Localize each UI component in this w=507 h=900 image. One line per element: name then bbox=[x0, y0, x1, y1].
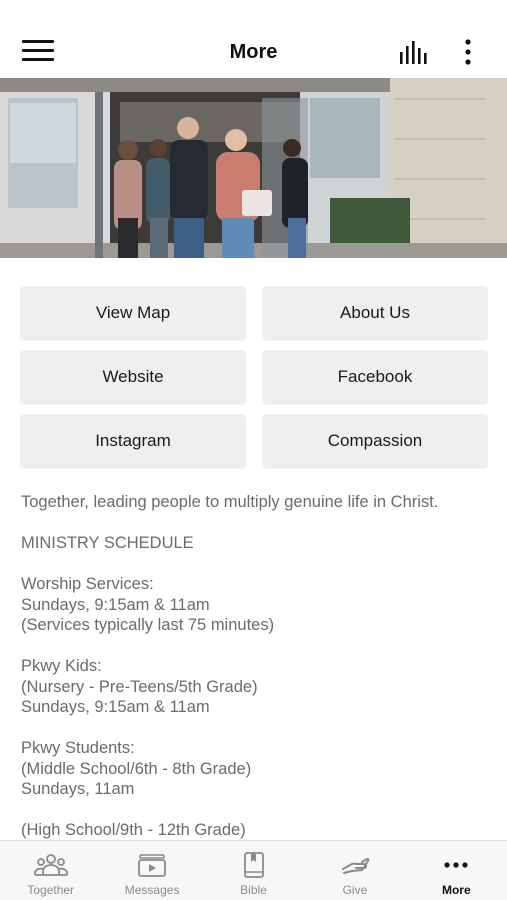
tab-label: More bbox=[441, 883, 471, 897]
tab-more[interactable]: More bbox=[406, 841, 507, 900]
bottom-tab-bar: Together Messages Bible Give More bbox=[0, 840, 507, 900]
tab-bible[interactable]: Bible bbox=[203, 841, 304, 900]
action-buttons-grid: View Map About Us Website Facebook Insta… bbox=[20, 286, 488, 468]
mission-statement: Together, leading people to multiply gen… bbox=[21, 492, 491, 513]
description-line: Sundays, 11am bbox=[21, 780, 135, 798]
bible-icon bbox=[243, 852, 264, 878]
church-description: Together, leading people to multiply gen… bbox=[21, 492, 491, 861]
kebab-menu-icon[interactable] bbox=[458, 38, 478, 66]
compassion-button[interactable]: Compassion bbox=[262, 414, 488, 468]
audio-bars-icon[interactable] bbox=[398, 40, 432, 66]
description-line: Pkwy Students: bbox=[21, 739, 135, 757]
description-line: Pkwy Kids: bbox=[21, 657, 102, 675]
tab-together[interactable]: Together bbox=[0, 841, 101, 900]
description-line: Sundays, 9:15am & 11am bbox=[21, 698, 210, 716]
tab-label: Together bbox=[27, 883, 75, 897]
top-app-bar: More bbox=[0, 26, 507, 78]
tab-label: Bible bbox=[240, 883, 267, 897]
facebook-button[interactable]: Facebook bbox=[262, 350, 488, 404]
about-us-button[interactable]: About Us bbox=[262, 286, 488, 340]
status-bar bbox=[0, 0, 507, 26]
group-icon bbox=[33, 854, 68, 876]
tab-messages[interactable]: Messages bbox=[101, 841, 202, 900]
page-title: More bbox=[229, 40, 278, 63]
description-line: (High School/9th - 12th Grade) bbox=[21, 821, 246, 839]
hamburger-menu-icon[interactable] bbox=[22, 40, 54, 64]
description-line: Worship Services: bbox=[21, 575, 154, 593]
schedule-heading: MINISTRY SCHEDULE bbox=[21, 533, 491, 554]
church-entrance-photo bbox=[0, 78, 507, 258]
give-hand-icon bbox=[341, 858, 370, 874]
description-line: Together, leading people to multiply gen… bbox=[21, 493, 439, 511]
description-line: MINISTRY SCHEDULE bbox=[21, 534, 194, 552]
pkwy-students-block: Pkwy Students: (Middle School/6th - 8th … bbox=[21, 738, 491, 800]
description-line: (Services typically last 75 minutes) bbox=[21, 616, 275, 634]
description-line: (Middle School/6th - 8th Grade) bbox=[21, 759, 252, 778]
pkwy-kids-block: Pkwy Kids: (Nursery - Pre-Teens/5th Grad… bbox=[21, 656, 491, 718]
website-button[interactable]: Website bbox=[20, 350, 246, 404]
more-dots-icon bbox=[444, 862, 468, 868]
tab-label: Give bbox=[342, 883, 368, 897]
tab-give[interactable]: Give bbox=[304, 841, 405, 900]
view-map-button[interactable]: View Map bbox=[20, 286, 246, 340]
play-video-icon bbox=[138, 854, 167, 877]
high-school-block: (High School/9th - 12th Grade) bbox=[21, 820, 491, 841]
description-line: Sundays, 9:15am & 11am bbox=[21, 595, 210, 614]
hero-photo bbox=[0, 78, 507, 258]
instagram-button[interactable]: Instagram bbox=[20, 414, 246, 468]
tab-label: Messages bbox=[124, 883, 180, 897]
description-line: (Nursery - Pre-Teens/5th Grade) bbox=[21, 677, 258, 696]
worship-services-block: Worship Services: Sundays, 9:15am & 11am… bbox=[21, 574, 491, 636]
